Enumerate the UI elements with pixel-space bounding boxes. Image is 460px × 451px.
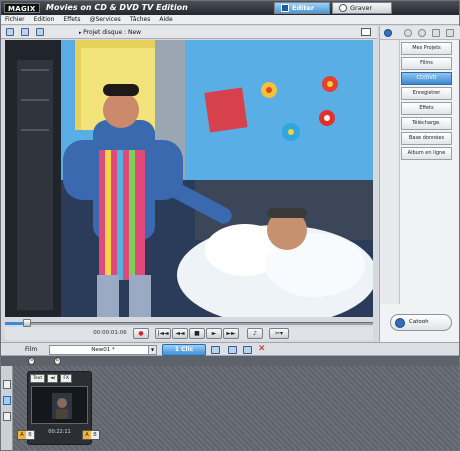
ab-a-label: A — [18, 431, 26, 439]
scrubber-handle[interactable] — [23, 319, 32, 327]
delete-icon[interactable]: ✕ — [258, 344, 266, 355]
one-click-button[interactable]: 1 Clic — [162, 344, 206, 356]
playback-scrubber[interactable] — [5, 319, 373, 327]
nav-online-album[interactable]: Album en ligne — [401, 147, 452, 160]
one-click-label: 1 Clic — [174, 346, 194, 353]
burn-mode-tab[interactable]: Graver — [332, 2, 392, 14]
transport-bar: 00:00:01:06 ● |◄◄ ◄◄ ■ ► ►► ♪ ✂▾ — [5, 327, 373, 340]
catooh-label: Catooh — [409, 319, 429, 325]
end-marker[interactable]: E — [54, 357, 61, 365]
nav-database[interactable]: Base données — [401, 132, 452, 145]
title-bar: MAGIX Movies on CD & DVD TV Edition Edit… — [1, 1, 459, 15]
clip-audio-button[interactable]: ◄) — [47, 374, 59, 383]
forward-button[interactable]: ►► — [223, 328, 239, 339]
video-preview[interactable] — [5, 40, 373, 317]
clip-thumbnail-image — [32, 387, 87, 423]
speaker-icon[interactable]: ♪ — [247, 328, 263, 339]
panel-toolbar — [380, 26, 460, 40]
nav-films[interactable]: Films — [401, 57, 452, 70]
menu-help[interactable]: Aide — [159, 15, 172, 24]
clip-text-button[interactable]: Text — [30, 374, 46, 383]
forward-icon[interactable] — [418, 29, 426, 37]
nav-record[interactable]: Enregistrer — [401, 87, 452, 100]
monitor-icon[interactable] — [446, 29, 454, 37]
edit-mode-tab[interactable]: Editer — [274, 2, 330, 14]
nav-cd-dvd[interactable]: CD/DVD — [401, 72, 452, 85]
catooh-button[interactable]: Catooh — [390, 314, 452, 331]
record-button[interactable]: ● — [133, 328, 149, 339]
previous-button[interactable]: |◄◄ — [155, 328, 171, 339]
open-project-icon[interactable] — [21, 28, 29, 36]
ab-a-label: A — [83, 431, 91, 439]
timeline-view-icon[interactable] — [3, 380, 11, 389]
app-title: Movies on CD & DVD TV Edition — [46, 3, 188, 12]
play-button[interactable]: ► — [206, 328, 222, 339]
save-project-icon[interactable] — [36, 28, 44, 36]
transition-in-ab[interactable]: A B — [17, 430, 35, 440]
view-mode-strip — [1, 366, 13, 450]
ab-b-label: B — [26, 431, 34, 439]
fullscreen-icon[interactable] — [361, 28, 371, 36]
nav-download[interactable]: Télécharge. — [401, 117, 452, 130]
menu-edit[interactable]: Edition — [34, 15, 55, 24]
transition-out-ab[interactable]: A B — [82, 430, 100, 440]
menu-tasks[interactable]: Tâches — [130, 15, 151, 24]
project-label: Projet disque : New — [79, 26, 141, 40]
storyboard-toolbar: Film New01 * ▼ 1 Clic ✕ — [1, 342, 459, 356]
stop-button[interactable]: ■ — [189, 328, 205, 339]
timecode-display: 00:00:01:06 — [93, 330, 127, 336]
menu-bar: Fichier Edition Effets @Services Tâches … — [1, 15, 459, 25]
project-toolbar: Projet disque : New — [1, 26, 377, 39]
menu-services[interactable]: @Services — [89, 15, 120, 24]
preview-frame — [5, 40, 373, 317]
scrubber-track — [5, 322, 373, 325]
timeline-ruler[interactable]: S E — [1, 356, 459, 366]
clip-fx-button[interactable]: FX — [60, 374, 72, 383]
clip-toolbar: Text ◄) FX — [30, 374, 89, 383]
home-icon[interactable] — [384, 29, 392, 37]
cut-clip-icon[interactable] — [228, 346, 237, 354]
rewind-button[interactable]: ◄◄ — [172, 328, 188, 339]
folder-icon[interactable] — [432, 29, 440, 37]
app-window: MAGIX Movies on CD & DVD TV Edition Edit… — [0, 0, 460, 451]
chevron-down-icon: ▼ — [148, 346, 156, 354]
nav-effects[interactable]: Effets — [401, 102, 452, 115]
burn-mode-label: Graver — [350, 4, 373, 12]
storyboard-view-button[interactable] — [3, 396, 11, 405]
movie-select[interactable]: New01 * ▼ — [49, 345, 157, 355]
edit-mode-label: Editer — [292, 4, 315, 12]
nav-my-projects[interactable]: Mes Projets — [401, 42, 452, 55]
movie-select-value: New01 * — [91, 347, 115, 353]
ab-b-label: B — [91, 431, 99, 439]
clip-thumbnail — [31, 386, 88, 424]
scissors-icon[interactable]: ✂▾ — [269, 328, 289, 339]
film-label: Film — [25, 346, 38, 353]
new-project-icon[interactable] — [6, 28, 14, 36]
start-marker[interactable]: S — [28, 357, 35, 365]
edit-icon — [281, 4, 289, 12]
menu-effects[interactable]: Effets — [63, 15, 80, 24]
menu-file[interactable]: Fichier — [5, 15, 25, 24]
back-icon[interactable] — [404, 29, 412, 37]
disc-icon — [339, 4, 347, 12]
catooh-icon — [395, 318, 405, 328]
panel-side-strip — [380, 40, 400, 304]
storyboard-view-icon[interactable] — [211, 346, 220, 354]
media-pool-panel: Mes Projets Films CD/DVD Enregistrer Eff… — [379, 26, 460, 342]
scene-view-icon[interactable] — [3, 412, 11, 421]
copy-clip-icon[interactable] — [243, 346, 252, 354]
magix-logo: MAGIX — [4, 3, 40, 13]
